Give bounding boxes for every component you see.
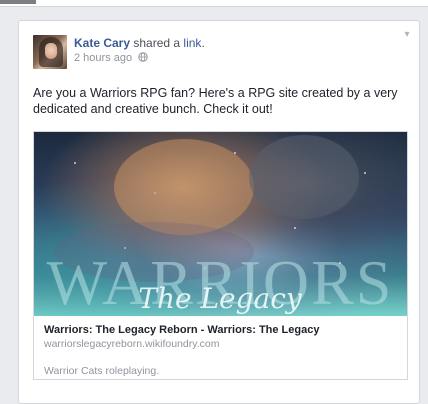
link-preview-image[interactable]: WARRIORS The Legacy [34, 132, 407, 316]
link-preview-description: Warrior Cats roleplaying. [44, 365, 160, 377]
avatar-face [45, 43, 57, 59]
link-preview-card[interactable]: WARRIORS The Legacy Warriors: The Legacy… [33, 131, 408, 380]
image-artwork: WARRIORS The Legacy [47, 135, 391, 316]
header-period: . [201, 36, 205, 50]
author-name-link[interactable]: Kate Cary [74, 36, 130, 50]
story-action-text: shared a [133, 36, 181, 50]
post-message: Are you a Warriors RPG fan? Here's a RPG… [33, 86, 398, 116]
image-subtitle-text: The Legacy [138, 282, 303, 315]
globe-icon[interactable] [138, 52, 148, 62]
link-preview-domain: warriorslegacyreborn.wikifoundry.com [44, 338, 220, 350]
avatar[interactable] [33, 35, 67, 69]
news-feed-story: ▾ Kate Cary shared a link. 2 hours ago A… [18, 20, 420, 404]
previous-post-thumbnail [0, 0, 36, 4]
story-meta: 2 hours ago [74, 52, 148, 65]
timestamp-link[interactable]: 2 hours ago [74, 52, 132, 64]
link-preview-text: Warriors: The Legacy Reborn - Warriors: … [44, 324, 399, 378]
link-preview-title[interactable]: Warriors: The Legacy Reborn - Warriors: … [44, 324, 399, 337]
story-header: Kate Cary shared a link. [74, 36, 205, 50]
shared-link-word[interactable]: link [183, 36, 201, 50]
previous-post-edge [0, 0, 428, 7]
chevron-down-icon[interactable]: ▾ [401, 29, 413, 41]
